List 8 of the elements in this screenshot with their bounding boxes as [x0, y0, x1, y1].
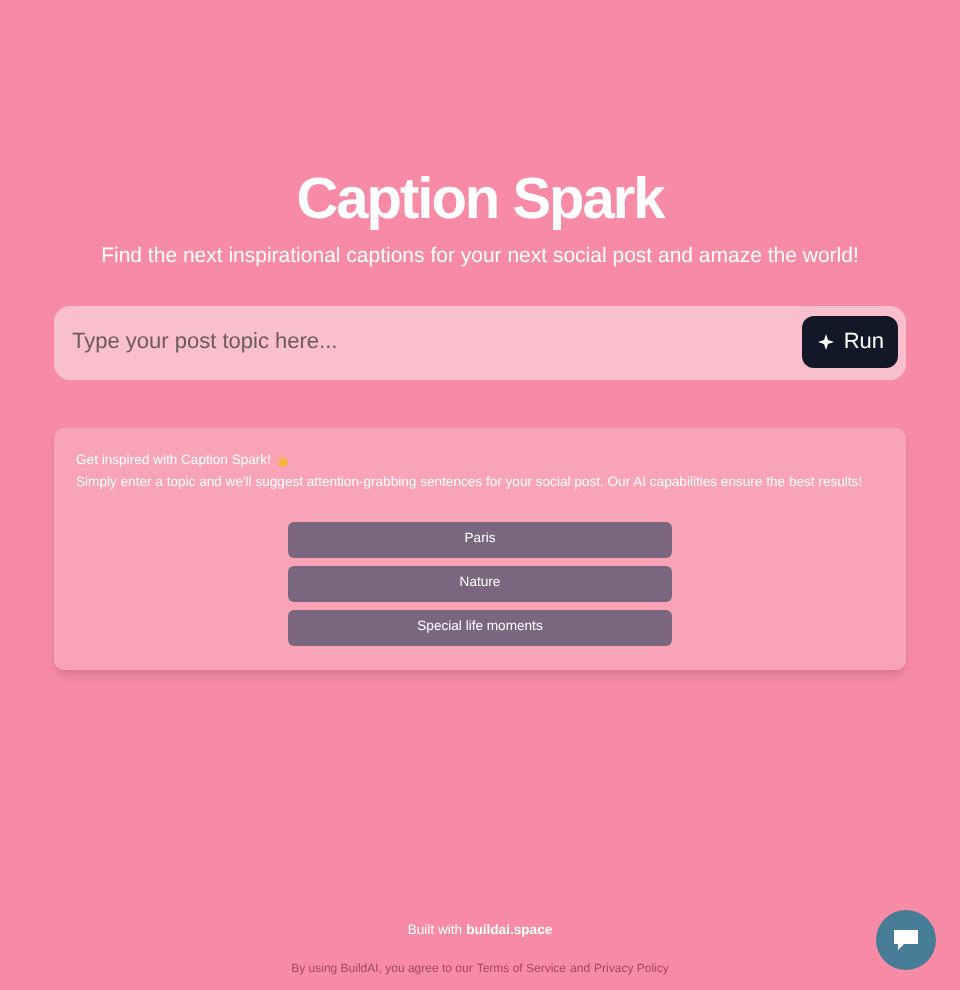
sparkle-icon	[815, 332, 836, 353]
subtitle: Find the next inspirational captions for your next social post and amaze the world!	[101, 242, 859, 272]
chat-button[interactable]	[876, 910, 936, 970]
run-button[interactable]: Run	[801, 316, 898, 369]
app-title: Caption Spark	[296, 166, 664, 236]
topic-input-field[interactable]: Type your post topic here... Run	[54, 305, 906, 380]
chat-icon	[892, 928, 920, 952]
hand-icon	[276, 454, 291, 469]
